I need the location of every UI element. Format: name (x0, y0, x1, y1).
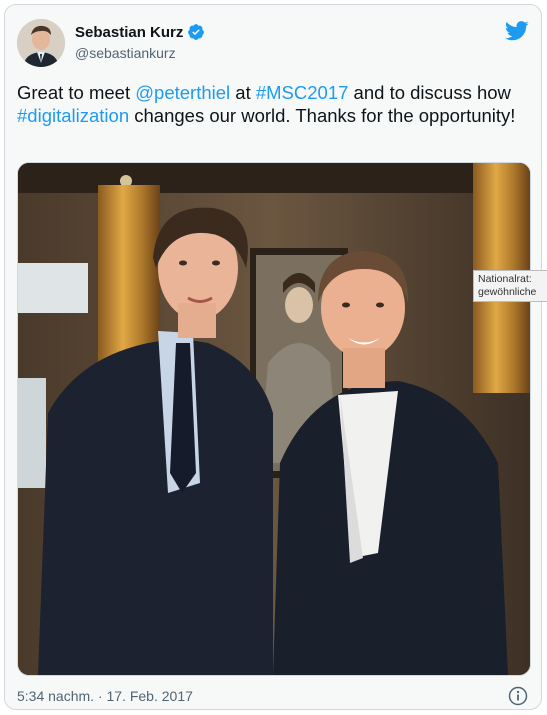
tweet-text-segment: Great to meet (17, 82, 136, 103)
hashtag-link-msc2017[interactable]: #MSC2017 (256, 82, 349, 103)
handle[interactable]: @sebastiankurz (75, 45, 205, 61)
info-icon[interactable] (508, 686, 528, 706)
hashtag-link-digitalization[interactable]: #digitalization (17, 105, 129, 126)
tweet-text-segment: and to discuss how (348, 82, 511, 103)
twitter-bird-icon[interactable] (505, 21, 529, 41)
tweet-text: Great to meet @peterthiel at #MSC2017 an… (17, 81, 517, 127)
photo-image (18, 163, 530, 675)
tweet-text-segment: changes our world. Thanks for the opport… (129, 105, 516, 126)
verified-badge-icon (188, 24, 205, 40)
tweet-card[interactable]: Sebastian Kurz @sebastiankurz Great to m… (4, 4, 542, 710)
avatar[interactable] (17, 19, 65, 67)
tweet-timestamp[interactable]: 5:34 nachm. · 17. Feb. 2017 (17, 688, 193, 704)
author-block[interactable]: Sebastian Kurz @sebastiankurz (75, 23, 205, 61)
display-name[interactable]: Sebastian Kurz (75, 24, 183, 41)
avatar-photo (17, 19, 65, 67)
tooltip-line: Nationalrat: (478, 273, 532, 285)
tweet-text-segment: at (230, 82, 256, 103)
mention-link-peterthiel[interactable]: @peterthiel (135, 82, 230, 103)
tweet-photo[interactable] (17, 162, 531, 676)
hover-tooltip: Nationalrat: gewöhnliche (473, 270, 547, 302)
tooltip-line: gewöhnliche (478, 286, 537, 298)
